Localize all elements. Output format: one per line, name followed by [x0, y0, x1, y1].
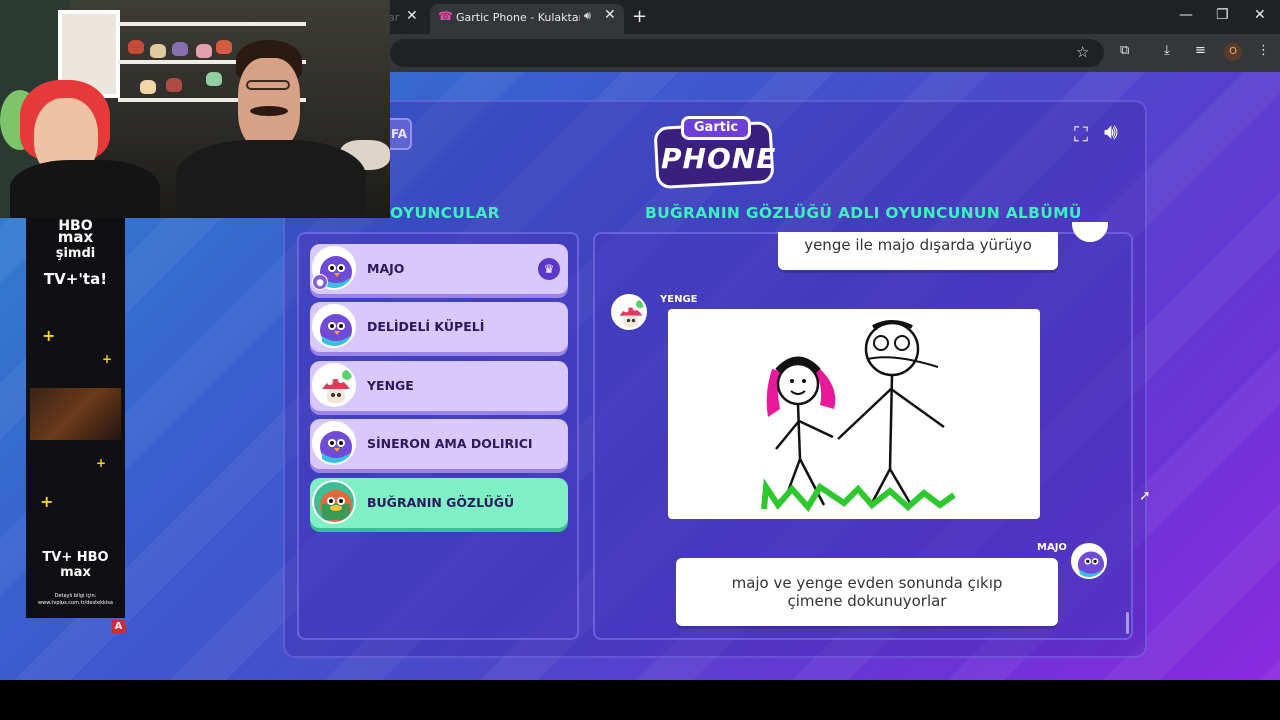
logo-top-text: Gartic	[681, 116, 751, 140]
logo-main-text: PHONE	[661, 142, 777, 175]
address-bar[interactable]: ☆	[390, 39, 1104, 67]
toy	[206, 72, 222, 86]
album-header: BUĞRANIN GÖZLÜĞÜ ADLI OYUNCUNUN ALBÜMÜ	[645, 204, 1082, 222]
plus-icon: +	[102, 352, 113, 366]
ad-show-image	[30, 388, 121, 440]
player-name: MAJO	[367, 261, 405, 276]
player-drawing	[668, 309, 1040, 519]
player-name: SİNERON AMA DOLIRICI	[367, 436, 533, 451]
plus-icon: +	[42, 326, 56, 345]
drawing-author-label: YENGE	[660, 294, 698, 305]
webcam-overlay	[0, 0, 390, 218]
caption-bubble: majo ve yenge evden sonunda çıkıp çimene…	[676, 558, 1058, 626]
kebab-menu-icon[interactable]: ⋮	[1257, 43, 1270, 58]
toy	[172, 42, 188, 56]
ad-tv: TV+'ta!	[43, 270, 108, 288]
tab-close-icon[interactable]: ✕	[604, 7, 616, 23]
ad-small-1: Detaylı bilgi için:	[54, 593, 97, 599]
player-name: BUĞRANIN GÖZLÜĞÜ	[367, 495, 515, 510]
ad-footer: TV+ HBO max	[42, 550, 109, 580]
toy	[216, 40, 232, 54]
minimize-icon[interactable]: —	[1179, 7, 1193, 23]
player-name: DELİDELİ KÜPELİ	[367, 319, 485, 334]
bird-avatar-icon	[312, 421, 356, 465]
media-control-icon[interactable]: ≡	[1195, 43, 1206, 58]
tab-close-icon[interactable]: ✕	[406, 8, 418, 24]
caption-line-1: majo ve yenge evden sonunda çıkıp	[731, 574, 1003, 592]
toy	[128, 40, 144, 54]
stick-figures-drawing-icon	[761, 320, 956, 513]
mouse-cursor-icon: ➚	[1139, 488, 1151, 504]
letterbox-bottom	[0, 680, 1280, 720]
gartic-phone-logo: Gartic PHONE	[653, 116, 777, 190]
album-scrollbar[interactable]	[1126, 612, 1129, 634]
player-card-bugranin[interactable]: BUĞRANIN GÖZLÜĞÜ	[310, 478, 568, 528]
player-card-yenge[interactable]: YENGE	[310, 361, 568, 411]
ad-line: şimdi	[55, 246, 96, 261]
toy	[150, 44, 166, 58]
screenshot-icon[interactable]: ⧉	[1120, 43, 1129, 58]
mushroom-avatar-icon	[312, 363, 356, 407]
tab-gartic-phone[interactable]: ☎ Gartic Phone - Kulaktan Kul 🔊︎ ✕	[430, 4, 624, 34]
toy	[166, 78, 182, 92]
bird-avatar-icon	[1071, 543, 1107, 579]
new-tab-icon[interactable]: +	[632, 6, 647, 27]
glasses-icon	[246, 80, 290, 90]
bird-avatar-icon	[312, 304, 356, 348]
toy	[140, 80, 156, 94]
volume-icon[interactable]: 🔊︎	[1104, 120, 1118, 145]
person-right-body	[176, 140, 366, 218]
restore-icon[interactable]: ❐	[1216, 7, 1229, 23]
side-tab-button[interactable]: FA	[388, 118, 412, 150]
person-left-body	[10, 160, 160, 218]
album-text-bubble: yenge ile majo dışarda yürüyo	[778, 232, 1058, 270]
webcam-shelf	[118, 22, 306, 26]
mushroom-avatar-icon	[611, 294, 647, 330]
player-name: YENGE	[367, 378, 414, 393]
mustache	[250, 106, 288, 116]
ad-brand-max: max	[57, 228, 94, 246]
tv-plus-ad-banner[interactable]: HBO max şimdi TV+'ta! + + + + TV+ HBO ma…	[26, 218, 125, 618]
user-icon: ●	[312, 274, 328, 290]
caption-line-2: çimene dokunuyorlar	[787, 592, 947, 610]
caption-author-label: MAJO	[1037, 542, 1067, 553]
plus-icon: +	[40, 492, 54, 511]
fullscreen-icon[interactable]: ⛶	[1074, 122, 1094, 146]
players-header: OYUNCULAR	[390, 204, 500, 222]
ad-flag-icon: A	[112, 620, 125, 633]
person-right-face	[238, 58, 300, 150]
player-card-majo[interactable]: ● MAJO ♛	[310, 244, 568, 294]
gartic-phone-favicon-icon: ☎	[438, 9, 453, 23]
toy	[196, 44, 212, 58]
profile-avatar[interactable]: O	[1224, 43, 1242, 61]
plus-icon: +	[96, 456, 107, 470]
close-window-icon[interactable]: ✕	[1254, 7, 1266, 23]
fish-avatar-icon	[312, 480, 356, 524]
crown-icon: ♛	[538, 258, 560, 280]
player-card-sineron[interactable]: SİNERON AMA DOLIRICI	[310, 419, 568, 469]
ad-small-2: www.tvplus.com.tr/destekkisa	[38, 600, 113, 606]
speaker-icon[interactable]: 🔊︎	[584, 9, 591, 23]
download-icon[interactable]: ⤓	[1164, 43, 1170, 58]
player-card-delideli[interactable]: DELİDELİ KÜPELİ	[310, 302, 568, 352]
tab-title: Gartic Phone - Kulaktan Kul	[456, 11, 580, 24]
star-icon[interactable]: ☆	[1076, 43, 1089, 61]
